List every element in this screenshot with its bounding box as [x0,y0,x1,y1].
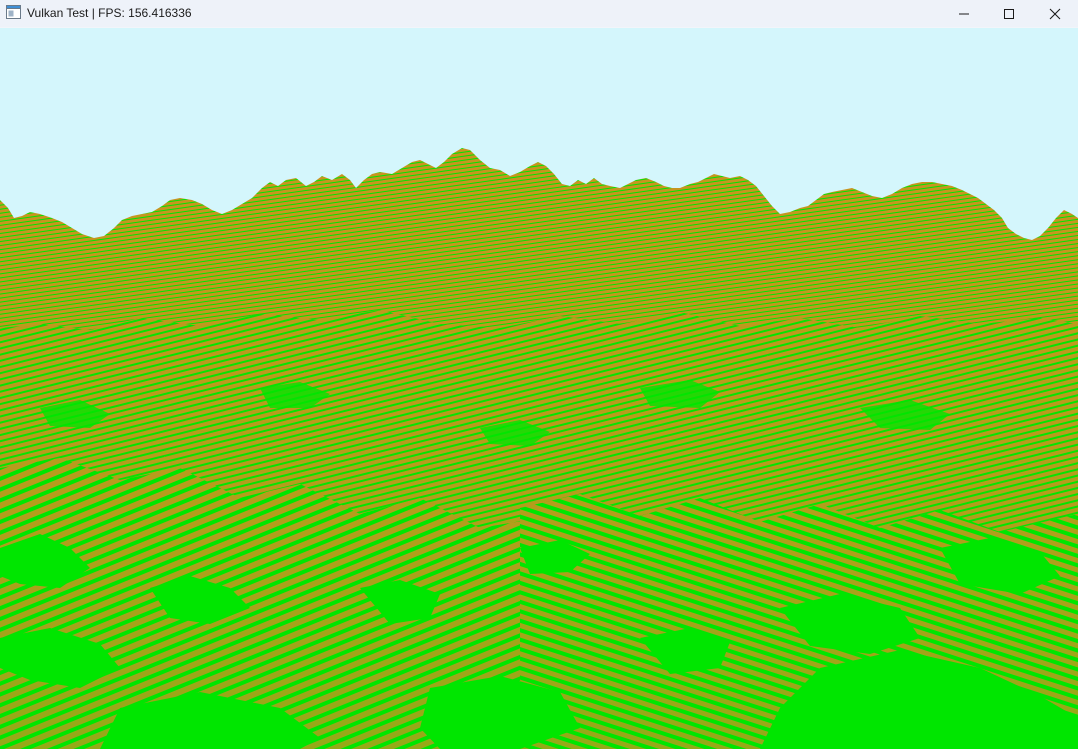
app-window-icon [6,5,21,19]
maximize-button[interactable] [986,0,1032,27]
foreground-haze [0,228,1078,749]
close-button[interactable] [1032,0,1078,27]
minimize-button[interactable] [941,0,987,27]
app-window: Vulkan Test | FPS: 156.416336 [0,0,1078,749]
window-title: Vulkan Test | FPS: 156.416336 [27,6,192,20]
terrain-scene [0,28,1078,749]
maximize-icon [1003,8,1015,20]
render-viewport[interactable] [0,28,1078,749]
close-icon [1049,8,1061,20]
minimize-icon [958,8,970,20]
title-bar[interactable]: Vulkan Test | FPS: 156.416336 [0,0,1078,27]
